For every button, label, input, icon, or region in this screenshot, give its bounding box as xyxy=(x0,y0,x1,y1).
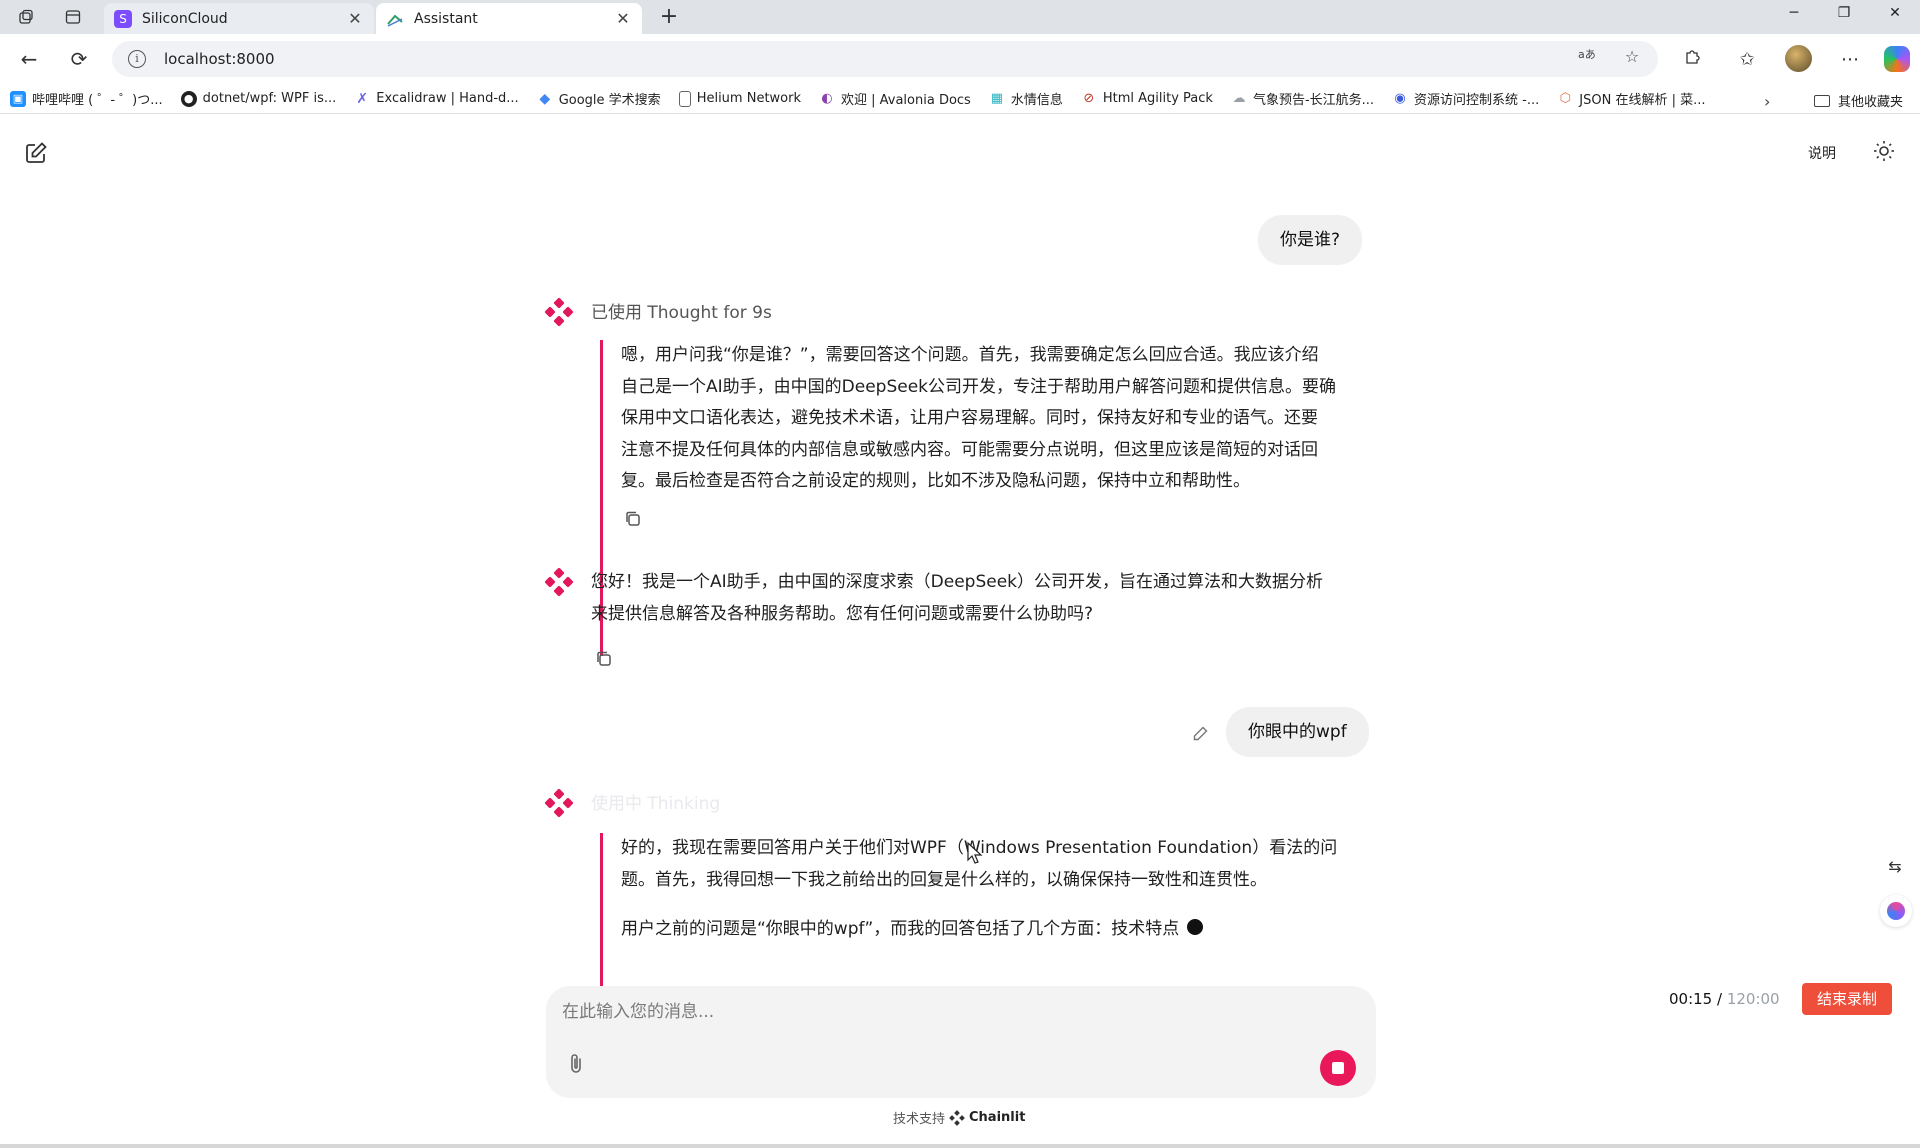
access-control-icon: ◉ xyxy=(1394,91,1406,106)
answer-line: 来提供信息解答及各种服务帮助。您有任何问题或需要什么协助吗? xyxy=(591,603,1094,624)
tab-title: SiliconCloud xyxy=(142,10,228,27)
google-scholar-icon: ◆ xyxy=(539,90,551,107)
message-input[interactable] xyxy=(562,998,1352,1026)
document-icon xyxy=(678,90,691,107)
user-message-bubble: 你是谁? xyxy=(1258,215,1363,265)
end-recording-button[interactable]: 结束录制 xyxy=(1802,983,1892,1015)
step-toggle[interactable]: 使用中 Thinking xyxy=(591,789,720,814)
back-icon[interactable]: ← xyxy=(16,46,42,72)
more-icon[interactable]: ⋯ xyxy=(1836,46,1864,74)
avalonia-icon: ◐ xyxy=(821,91,833,106)
answer-line: 您好！我是一个AI助手，由中国的深度求索（DeepSeek）公司开发，旨在通过算… xyxy=(591,572,1323,592)
browser-tab-bar: S SiliconCloud ✕ Assistant ✕ + ─ ❐ ✕ xyxy=(0,0,1920,34)
bookmark-item[interactable]: Helium Network xyxy=(678,90,801,107)
copilot-icon[interactable] xyxy=(1884,46,1910,72)
htmlagility-icon: ⊘ xyxy=(1083,91,1095,106)
weather-icon: ☁ xyxy=(1232,91,1246,106)
vertical-tabs-icon[interactable] xyxy=(62,6,84,28)
bookmark-item[interactable]: ✗ Excalidraw | Hand-d... xyxy=(354,91,518,107)
thought-line: 嗯，用户问我“你是谁？”，需要回答这个问题。首先，我需要确定怎么回应合适。我应该… xyxy=(621,345,1319,365)
favorites-icon[interactable]: ✩ xyxy=(1733,46,1761,74)
assistant-avatar-icon xyxy=(544,297,574,327)
assistant-avatar-icon xyxy=(544,567,574,597)
assistant-avatar-icon xyxy=(544,788,574,818)
close-icon[interactable]: ✕ xyxy=(614,9,632,28)
new-tab-button[interactable]: + xyxy=(656,4,682,30)
workspaces-icon[interactable] xyxy=(15,6,37,28)
window-bottom-edge xyxy=(0,1144,1920,1148)
excalidraw-icon: ✗ xyxy=(356,90,369,107)
sun-icon[interactable] xyxy=(1872,139,1896,163)
water-icon: ▦ xyxy=(990,91,1003,106)
powered-by[interactable]: 技术支持 Chainlit xyxy=(893,1108,1025,1127)
chevron-right-icon[interactable]: › xyxy=(1764,92,1770,111)
bookmark-item[interactable]: ◉ 资源访问控制系统 -... xyxy=(1392,89,1539,108)
copy-icon[interactable] xyxy=(624,510,642,528)
address-bar-row: ← ⟳ i localhost:8000 aあ ☆ ✩ ⋯ xyxy=(0,34,1920,84)
thought-line: 题。首先，我得回想一下我之前给出的回复是什么样的，以确保保持一致性和连贯性。 xyxy=(621,869,1267,890)
read-aloud-icon[interactable]: aあ xyxy=(1574,43,1602,71)
bookmark-item[interactable]: ⊘ Html Agility Pack xyxy=(1081,91,1213,107)
paperclip-icon[interactable] xyxy=(566,1052,586,1076)
mouse-cursor-icon xyxy=(967,842,983,864)
thought-line-streaming: 用户之前的问题是“你眼中的wpf”，而我的回答包括了几个方面：技术特点 xyxy=(621,914,1380,946)
bookmarks-bar: ▣ 哔哩哔哩 ( ゜- ゜)つ... ● dotnet/wpf: WPF is...… xyxy=(0,84,1920,114)
bookmark-item[interactable]: ⬡ JSON 在线解析 | 菜... xyxy=(1557,89,1706,108)
restore-icon[interactable]: ❐ xyxy=(1829,5,1859,21)
siliconcloud-icon: S xyxy=(114,9,132,28)
tab-title: Assistant xyxy=(414,10,478,27)
other-bookmarks[interactable]: 其他收藏夹 xyxy=(1814,91,1903,110)
user-message-bubble: 你眼中的wpf xyxy=(1226,707,1369,757)
bookmark-item[interactable]: ▦ 水情信息 xyxy=(989,89,1063,108)
bookmark-item[interactable]: ◆ Google 学术搜索 xyxy=(537,89,660,109)
bookmark-item[interactable]: ● dotnet/wpf: WPF is... xyxy=(180,90,336,107)
close-icon[interactable]: ✕ xyxy=(346,9,364,28)
translate-icon[interactable]: ⇆ xyxy=(1882,854,1908,880)
new-chat-icon[interactable] xyxy=(24,141,48,165)
github-icon: ● xyxy=(180,90,197,107)
chainlit-icon xyxy=(386,10,404,28)
stop-icon xyxy=(1332,1062,1344,1074)
bookmark-item[interactable]: ▣ 哔哩哔哩 ( ゜- ゜)つ... xyxy=(10,89,163,108)
chat-app: 说明 你是谁? 已使用 Thought for 9s 嗯，用户问我“你是谁？”，… xyxy=(0,115,1920,1148)
tab-siliconcloud[interactable]: S SiliconCloud ✕ xyxy=(104,3,374,34)
assistant-message: 您好！我是一个AI助手，由中国的深度求索（DeepSeek）公司开发，旨在通过算… xyxy=(591,567,1381,630)
help-link[interactable]: 说明 xyxy=(1808,143,1836,163)
brain-icon xyxy=(1887,902,1905,920)
ai-assistant-float-button[interactable] xyxy=(1880,895,1912,927)
step-toggle[interactable]: 已使用 Thought for 9s xyxy=(591,298,772,323)
refresh-icon[interactable]: ⟳ xyxy=(66,46,92,72)
thought-line: 好的，我现在需要回答用户关于他们对WPF（Windows Presentatio… xyxy=(621,838,1338,858)
copy-icon[interactable] xyxy=(595,650,613,668)
extensions-icon[interactable] xyxy=(1678,46,1706,74)
profile-avatar[interactable] xyxy=(1785,45,1812,72)
thought-line: 注意不提及任何具体的内部信息或敏感内容。可能需要分点说明，但这里应该是简短的对话… xyxy=(621,439,1318,460)
chainlit-logo-icon xyxy=(949,1109,965,1126)
bookmark-item[interactable]: ☁ 气象预告-长江航务... xyxy=(1231,89,1374,108)
window-close-icon[interactable]: ✕ xyxy=(1880,5,1910,21)
stop-generation-button[interactable] xyxy=(1320,1050,1356,1086)
thought-line: 自己是一个AI助手，由中国的DeepSeek公司开发，专注于帮助用户解答问题和提… xyxy=(621,376,1336,397)
thought-line: 保用中文口语化表达，避免技术术语，让用户容易理解。同时，保持友好和专业的语气。还… xyxy=(621,408,1318,428)
svg-text:aあ: aあ xyxy=(1578,48,1596,61)
bilibili-icon: ▣ xyxy=(10,90,26,107)
thought-line: 复。最后检查是否符合之前设定的规则，比如不涉及隐私问题，保持中立和帮助性。 xyxy=(621,471,1250,491)
bookmark-item[interactable]: ◐ 欢迎 | Avalonia Docs xyxy=(819,89,971,108)
json-icon: ⬡ xyxy=(1559,91,1571,106)
favorite-star-icon[interactable]: ☆ xyxy=(1618,43,1646,71)
folder-icon xyxy=(1814,94,1830,107)
edit-icon[interactable] xyxy=(1191,725,1209,743)
tab-assistant[interactable]: Assistant ✕ xyxy=(376,3,642,34)
recording-timer: 00:15 / 120:00 xyxy=(1669,990,1780,1008)
url-text[interactable]: localhost:8000 xyxy=(164,50,275,68)
minimize-icon[interactable]: ─ xyxy=(1779,5,1809,21)
message-composer xyxy=(546,986,1376,1098)
address-bar[interactable]: i localhost:8000 xyxy=(112,41,1658,77)
streaming-cursor xyxy=(1187,919,1204,935)
site-info-icon[interactable]: i xyxy=(128,50,146,68)
